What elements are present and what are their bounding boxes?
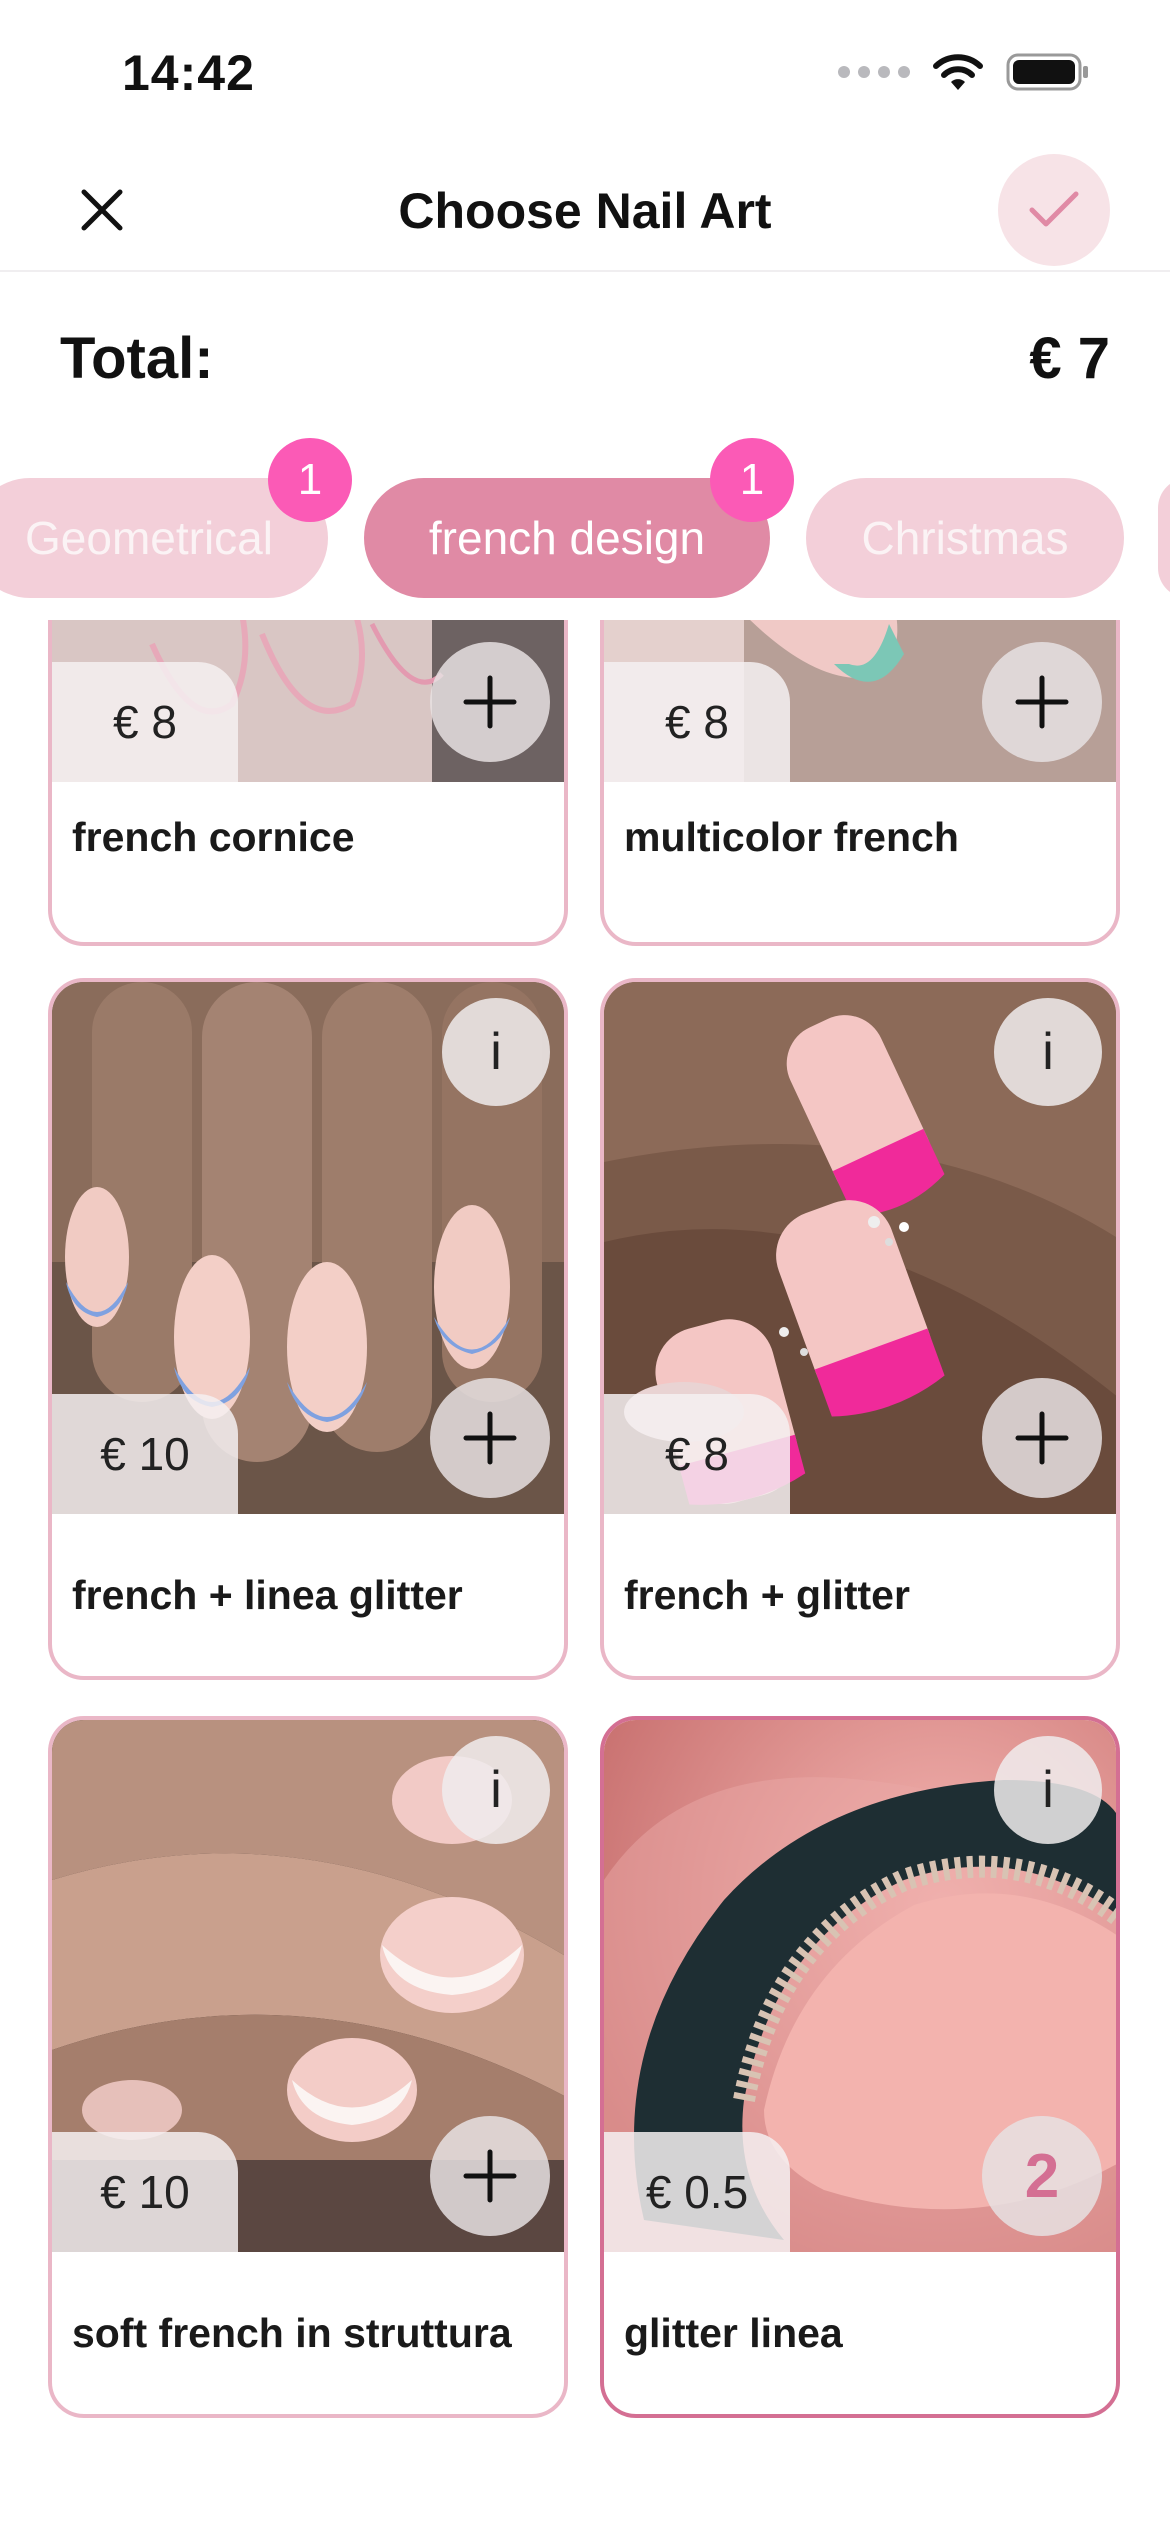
tab-label: Geometrical xyxy=(25,512,273,564)
nail-art-card[interactable]: i € 10 french + linea glitter xyxy=(48,978,568,1680)
nail-art-name: french + linea glitter xyxy=(72,1572,463,1618)
plus-icon xyxy=(463,2149,517,2203)
nail-art-name: french cornice xyxy=(72,814,355,860)
quantity-button[interactable]: 2 xyxy=(982,2116,1102,2236)
status-icons xyxy=(838,52,1090,92)
status-bar: 14:42 xyxy=(0,0,1170,150)
nail-art-card[interactable]: € 8 french cornice xyxy=(48,620,568,946)
price-tag: € 8 xyxy=(52,662,238,782)
price-tag: € 10 xyxy=(52,2132,238,2252)
plus-icon xyxy=(463,675,517,729)
tab-label: Christmas xyxy=(861,512,1069,564)
price-tag: € 10 xyxy=(52,1394,238,1514)
info-button[interactable]: i xyxy=(994,1736,1102,1844)
info-button[interactable]: i xyxy=(442,998,550,1106)
info-button[interactable]: i xyxy=(442,1736,550,1844)
selection-count-badge: 1 xyxy=(710,438,794,522)
status-time: 14:42 xyxy=(122,45,255,101)
selection-count-badge: 1 xyxy=(268,438,352,522)
nail-art-grid: € 8 french cornice € 8 multicolor french xyxy=(0,620,1170,2532)
info-button[interactable]: i xyxy=(994,998,1102,1106)
tab-geometrical[interactable]: Geometrical 1 xyxy=(0,438,352,598)
cellular-signal-icon xyxy=(838,66,910,78)
plus-icon xyxy=(1015,675,1069,729)
nail-art-name: multicolor french xyxy=(624,814,959,860)
info-icon: i xyxy=(490,1023,502,1081)
plus-icon xyxy=(1015,1411,1069,1465)
price-tag: € 8 xyxy=(604,1394,790,1514)
total-value: € 7 xyxy=(1029,326,1110,391)
plus-icon xyxy=(463,1411,517,1465)
price-tag: € 0.5 xyxy=(604,2132,790,2252)
category-tabs: Geometrical 1 french design 1 Christmas xyxy=(0,438,1170,600)
add-button[interactable] xyxy=(430,1378,550,1498)
checkmark-icon xyxy=(1029,191,1079,227)
battery-icon xyxy=(1006,53,1088,91)
tab-next-partial[interactable] xyxy=(1158,478,1170,598)
nail-art-name: french + glitter xyxy=(624,1572,910,1618)
nail-art-name: glitter linea xyxy=(624,2310,843,2356)
add-button[interactable] xyxy=(430,642,550,762)
add-button[interactable] xyxy=(982,642,1102,762)
info-icon: i xyxy=(1042,1761,1054,1819)
nail-art-card[interactable]: i € 8 french + glitter xyxy=(600,978,1120,1680)
tab-christmas[interactable]: Christmas xyxy=(806,478,1124,598)
nail-art-card-selected[interactable]: i 2 € 0.5 glitter linea xyxy=(600,1716,1120,2418)
info-icon: i xyxy=(490,1761,502,1819)
nail-art-card[interactable]: € 8 multicolor french xyxy=(600,620,1120,946)
total-label: Total: xyxy=(60,326,214,391)
add-button[interactable] xyxy=(982,1378,1102,1498)
info-icon: i xyxy=(1042,1023,1054,1081)
quantity-count: 2 xyxy=(1024,2141,1060,2211)
price-tag: € 8 xyxy=(604,662,790,782)
wifi-icon xyxy=(933,54,983,90)
nail-art-name: soft french in struttura xyxy=(72,2310,512,2356)
tab-label: french design xyxy=(428,512,706,564)
page-title: Choose Nail Art xyxy=(398,183,772,239)
nail-art-card[interactable]: i € 10 soft french in struttura xyxy=(48,1716,568,2418)
tab-french-design[interactable]: french design 1 xyxy=(364,438,794,598)
navigation-header: Choose Nail Art xyxy=(0,150,1170,272)
total-row: Total: € 7 xyxy=(60,325,1110,392)
add-button[interactable] xyxy=(430,2116,550,2236)
confirm-button[interactable] xyxy=(998,154,1110,266)
